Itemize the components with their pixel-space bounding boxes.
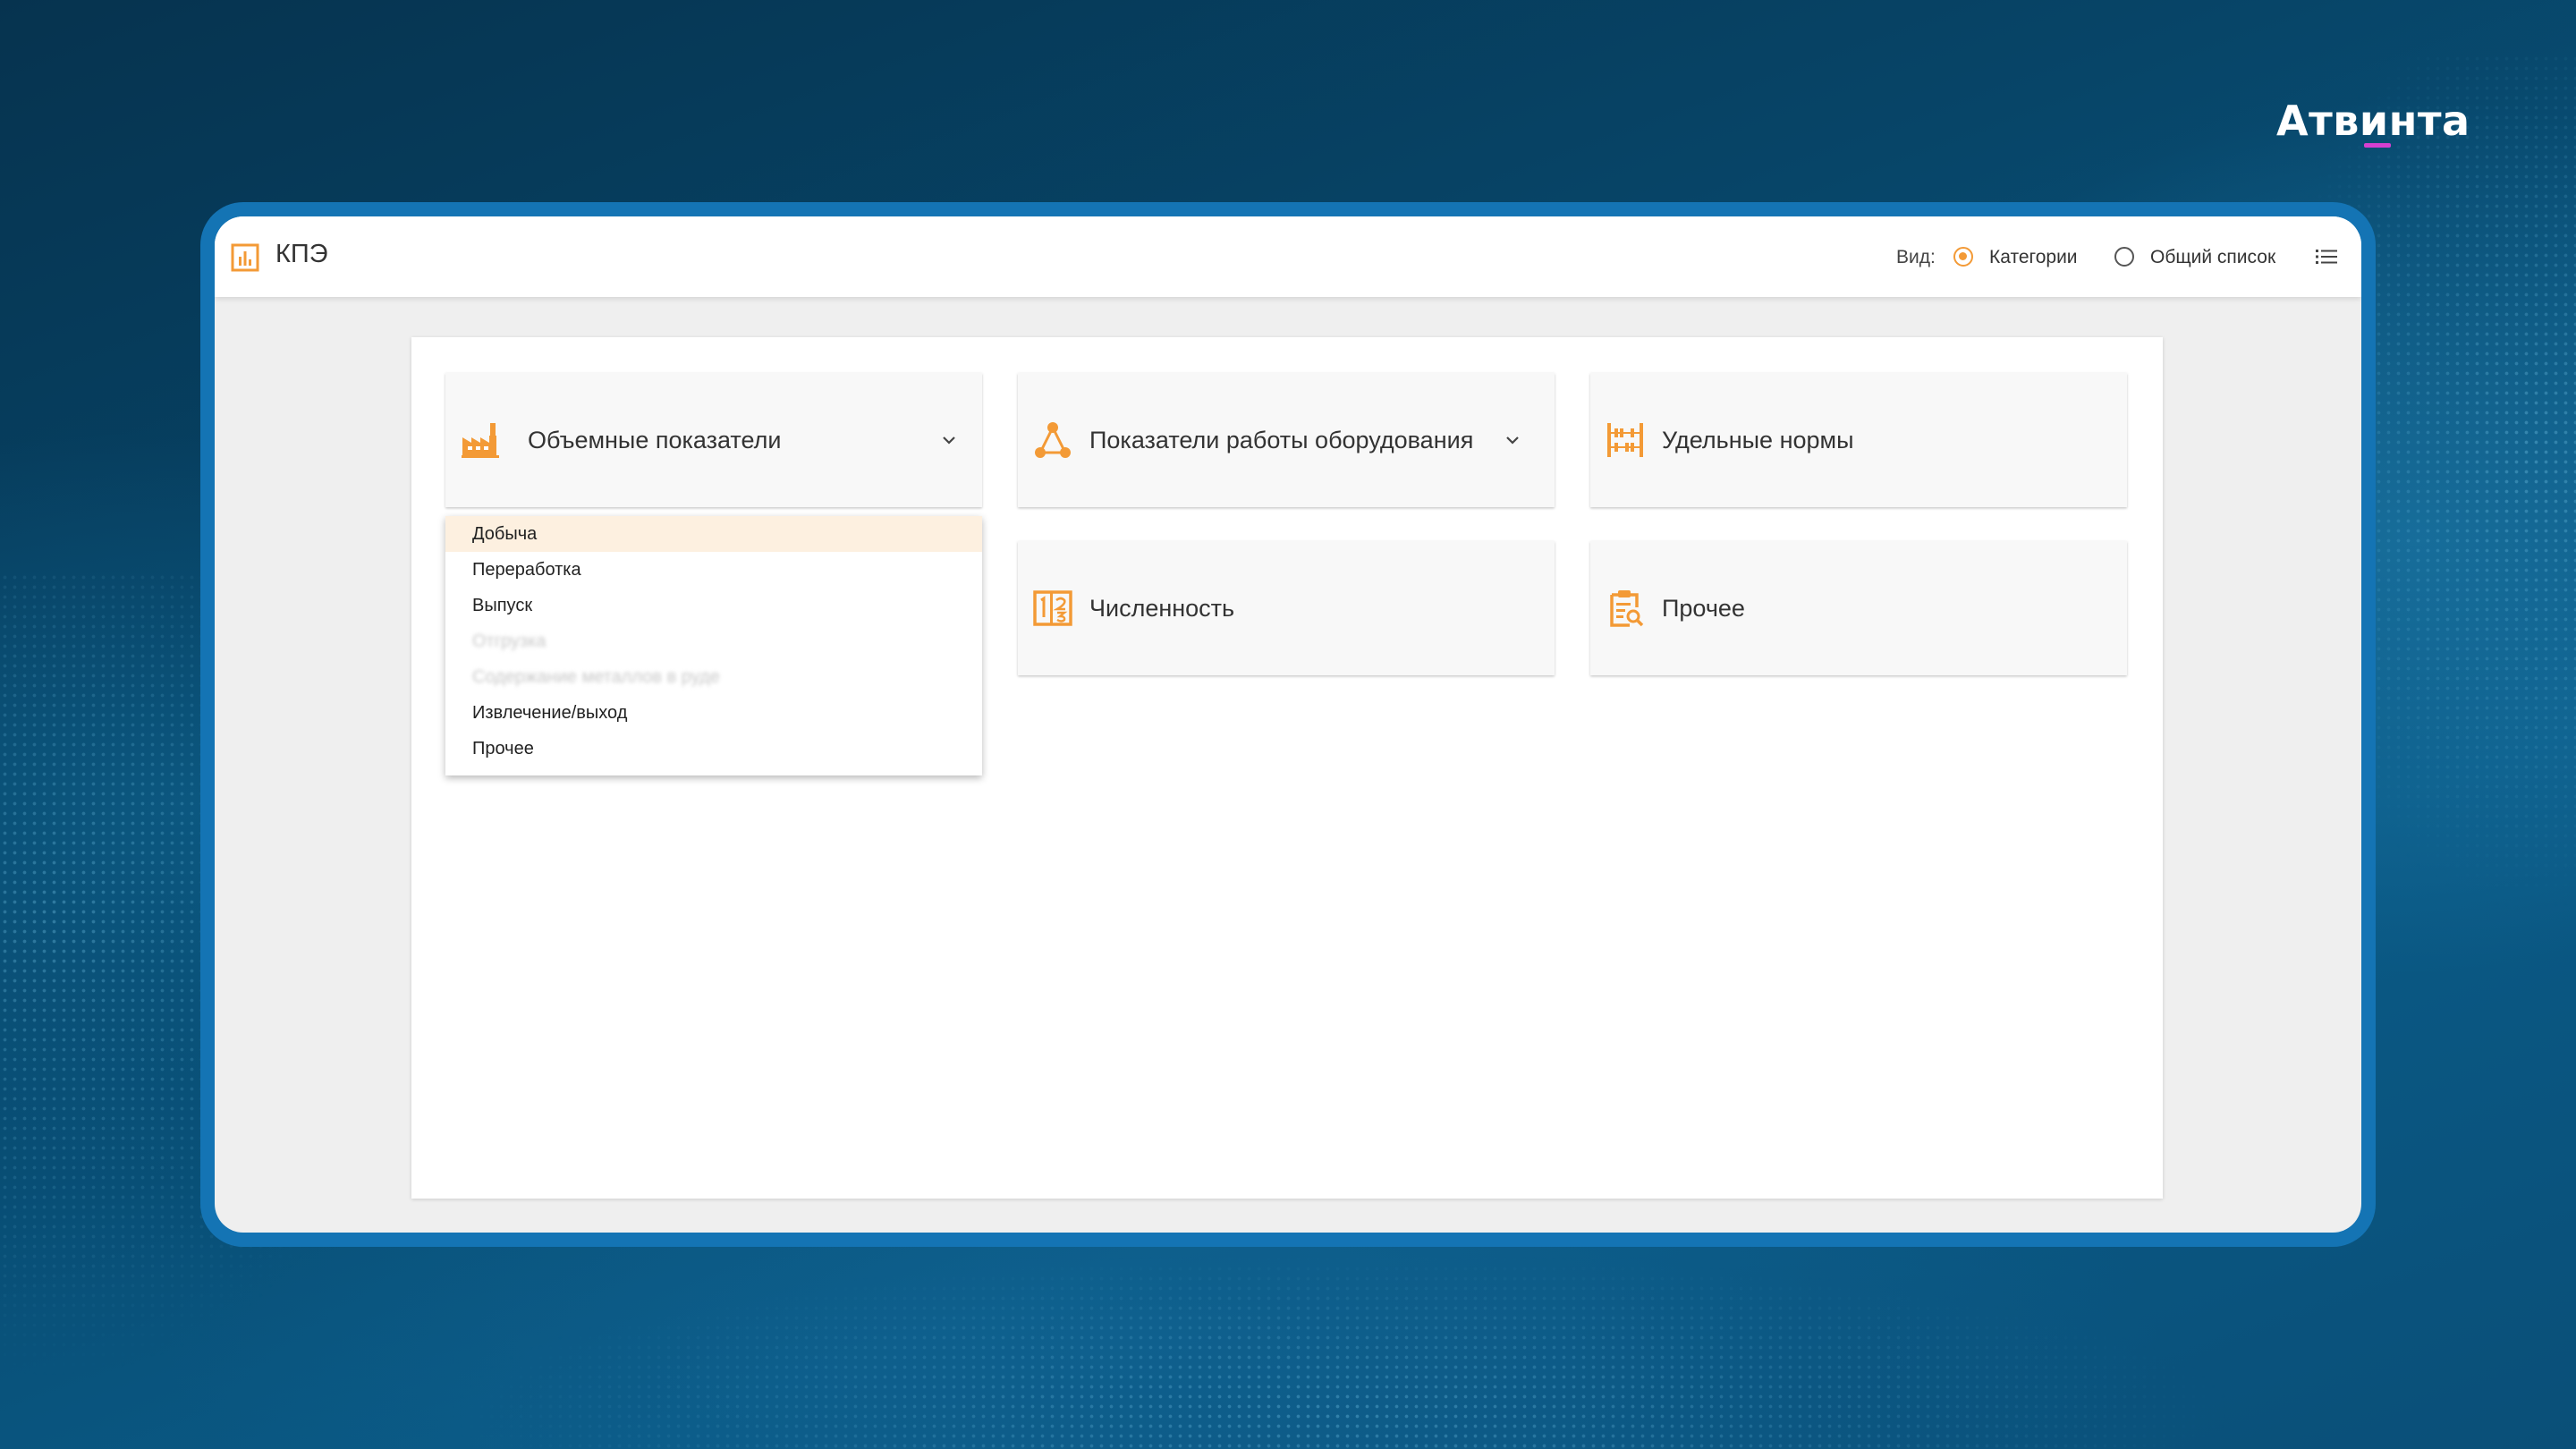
background-dot-pattern: [447, 1234, 2236, 1449]
clipboard-search-icon: [1610, 590, 1644, 627]
category-title: Объемные показатели: [528, 427, 782, 453]
category-title: Удельные нормы: [1662, 427, 1854, 453]
brand-logo-accent: [2364, 143, 2391, 148]
numbers-icon: [1033, 590, 1072, 626]
category-card-equipment[interactable]: Показатели работы оборудования: [1018, 373, 1555, 507]
app-window: КПЭ Вид: Категории Общий список Объемные…: [215, 216, 2361, 1233]
menu-item-shipment[interactable]: Отгрузка: [445, 623, 982, 659]
menu-item-processing[interactable]: Переработка: [445, 552, 982, 588]
abacus-icon: [1607, 423, 1643, 457]
menu-item-output[interactable]: Выпуск: [445, 588, 982, 623]
list-menu-icon[interactable]: [2313, 243, 2340, 270]
view-switch-label: Вид:: [1896, 247, 1936, 267]
bar-chart-icon: [231, 243, 259, 272]
menu-item-recovery[interactable]: Извлечение/выход: [445, 695, 982, 731]
categories-panel: Объемные показатели Показатели работы об…: [411, 337, 2163, 1199]
category-title: Показатели работы оборудования: [1089, 427, 1474, 453]
chevron-down-icon[interactable]: [1503, 430, 1522, 450]
page-title: КПЭ: [275, 240, 328, 268]
menu-item-other[interactable]: Прочее: [445, 731, 982, 767]
volume-subcategory-menu: Добыча Переработка Выпуск Отгрузка Содер…: [445, 516, 982, 775]
category-title: Численность: [1089, 595, 1235, 622]
category-card-volume[interactable]: Объемные показатели: [445, 373, 982, 507]
chevron-down-icon[interactable]: [939, 430, 959, 450]
menu-item-extraction[interactable]: Добыча: [445, 516, 982, 552]
factory-icon: [462, 423, 499, 458]
brand-logo: Атвинта: [2276, 97, 2470, 145]
network-nodes-icon: [1035, 422, 1071, 458]
radio-general-list-label[interactable]: Общий список: [2150, 247, 2275, 268]
app-header: КПЭ Вид: Категории Общий список: [215, 216, 2361, 297]
category-card-other[interactable]: Прочее: [1590, 541, 2127, 675]
radio-categories-label[interactable]: Категории: [1989, 247, 2078, 268]
category-title: Прочее: [1662, 595, 1745, 622]
radio-general-list[interactable]: [2114, 247, 2134, 267]
category-card-headcount[interactable]: Численность: [1018, 541, 1555, 675]
category-card-norms[interactable]: Удельные нормы: [1590, 373, 2127, 507]
menu-item-metal-content[interactable]: Содержание металлов в руде: [445, 659, 982, 695]
radio-categories[interactable]: [1953, 247, 1973, 267]
